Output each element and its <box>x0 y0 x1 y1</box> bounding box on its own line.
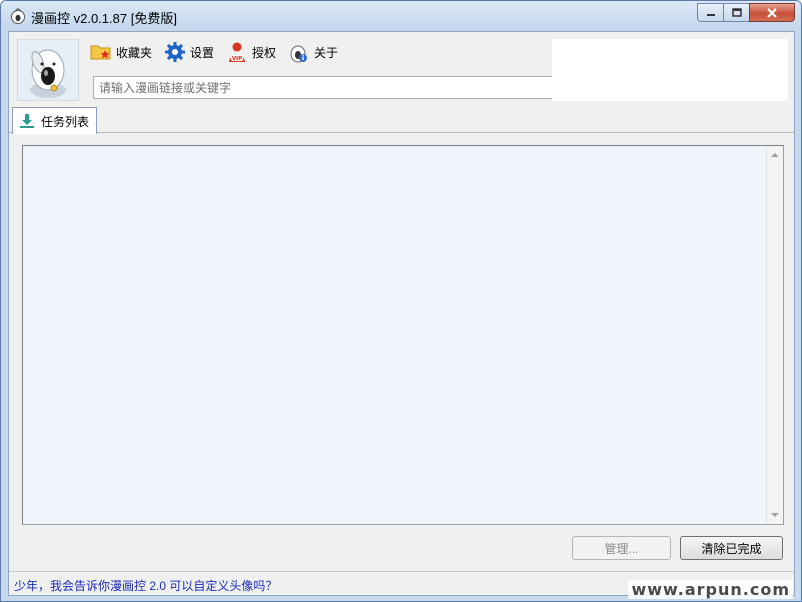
app-window: 漫画控 v2.0.1.87 [免费版] 收藏夹 设置 VIP 授权 关于 请输入… <box>0 0 802 602</box>
tab-strip <box>9 132 794 133</box>
settings-label: 设置 <box>190 45 215 60</box>
download-icon <box>18 112 36 130</box>
status-message[interactable]: 少年，我会告诉你漫画控 2.0 可以自定义头像吗？ <box>14 577 277 594</box>
toolbar-authorization[interactable]: VIP 授权 <box>226 41 276 63</box>
close-button[interactable] <box>749 3 795 22</box>
toolbar: 收藏夹 设置 VIP 授权 关于 <box>90 41 350 63</box>
clear-completed-button[interactable]: 清除已完成 <box>680 536 783 560</box>
minimize-icon <box>706 13 715 16</box>
maximize-icon <box>731 7 742 17</box>
avatar[interactable] <box>17 39 79 101</box>
title-bar[interactable]: 漫画控 v2.0.1.87 [免费版] <box>1 1 801 31</box>
toolbar-favorites[interactable]: 收藏夹 <box>90 41 152 63</box>
app-logo-icon <box>10 7 26 24</box>
toolbar-settings[interactable]: 设置 <box>164 41 214 63</box>
site-watermark: www.arpun.com <box>628 580 793 599</box>
scroll-down-icon[interactable] <box>771 511 779 519</box>
close-icon <box>767 7 777 18</box>
favorites-label: 收藏夹 <box>116 45 153 60</box>
scroll-up-icon[interactable] <box>771 151 779 159</box>
tab-task-list[interactable]: 任务列表 <box>12 107 97 134</box>
vertical-scrollbar[interactable] <box>766 146 783 524</box>
toolbar-about[interactable]: 关于 <box>288 41 338 63</box>
banner-panel <box>552 39 788 101</box>
tab-label: 任务列表 <box>41 114 90 129</box>
authorization-label: 授权 <box>252 45 277 60</box>
minimize-button[interactable] <box>697 3 723 22</box>
search-input[interactable] <box>93 76 553 99</box>
svg-text:VIP: VIP <box>232 56 242 62</box>
header-panel: 收藏夹 设置 VIP 授权 关于 请输入漫画链接或关键字 <box>17 39 557 104</box>
about-label: 关于 <box>314 45 339 60</box>
window-title: 漫画控 v2.0.1.87 [免费版] <box>31 11 177 26</box>
favorites-folder-icon <box>90 41 112 63</box>
maximize-button[interactable] <box>723 3 749 22</box>
vip-user-icon: VIP <box>226 41 248 63</box>
info-icon <box>288 41 310 63</box>
task-list[interactable] <box>22 145 784 525</box>
manage-button[interactable]: 管理... <box>572 536 671 560</box>
dog-mascot-icon <box>30 49 66 98</box>
gear-icon <box>164 41 186 63</box>
client-area: 收藏夹 设置 VIP 授权 关于 请输入漫画链接或关键字 任务列表 管理... … <box>8 31 795 596</box>
